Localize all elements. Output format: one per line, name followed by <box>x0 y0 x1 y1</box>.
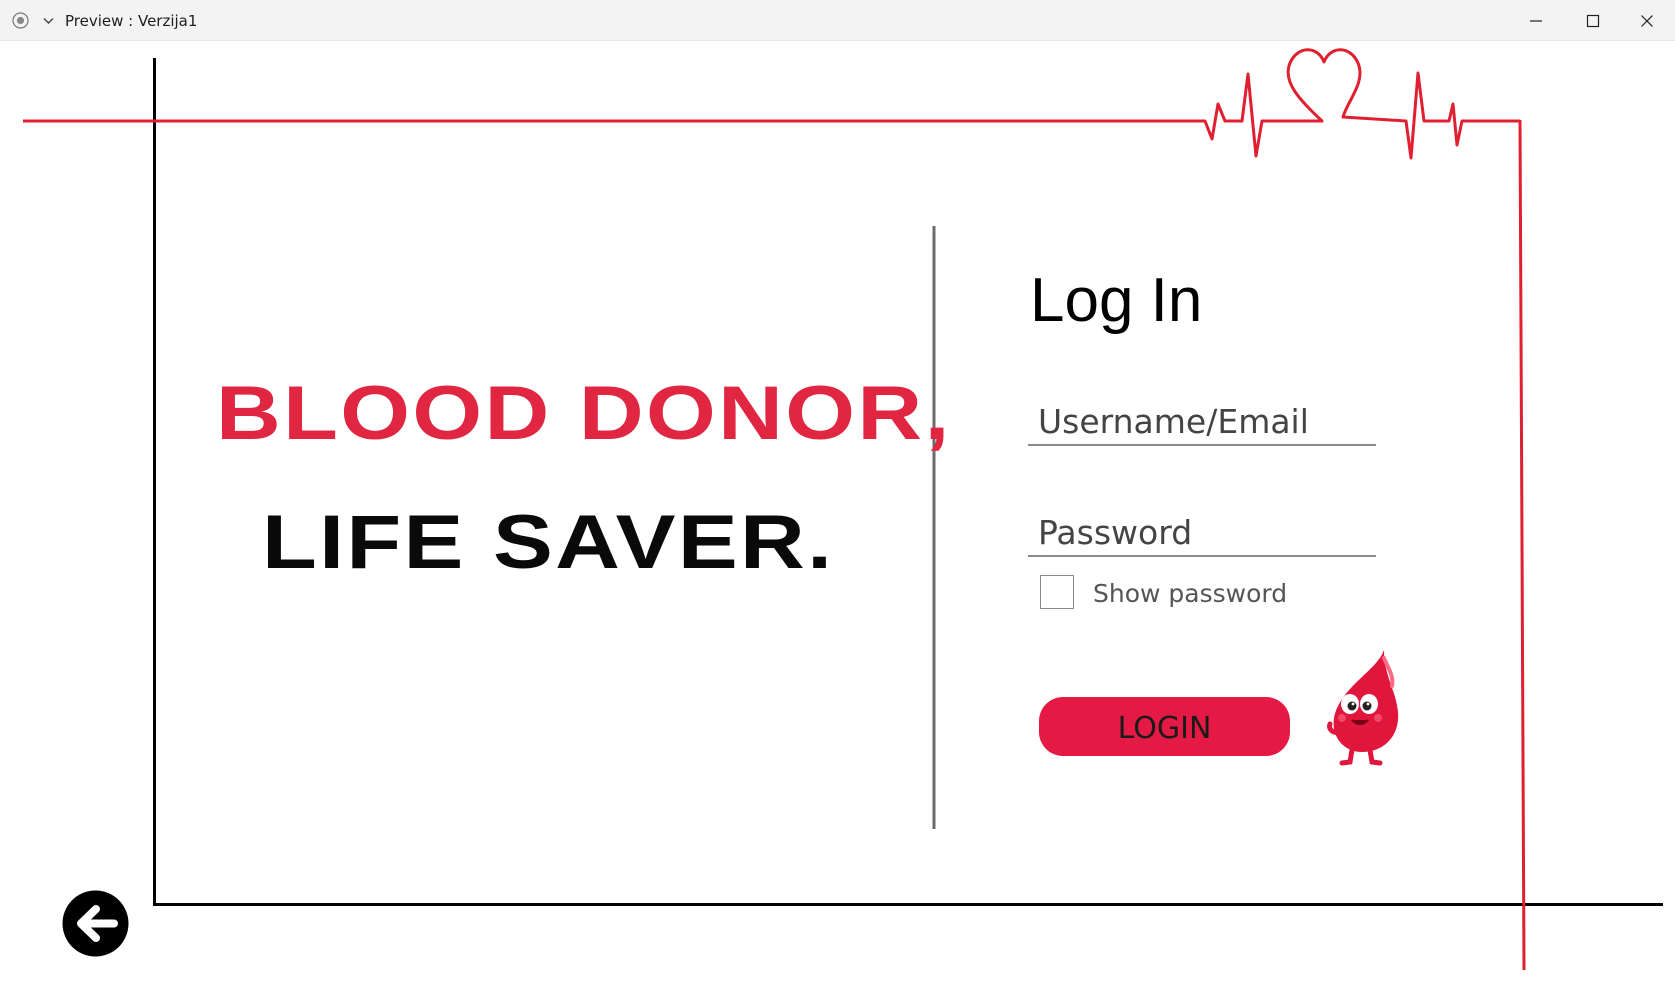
password-input[interactable] <box>1028 509 1376 557</box>
frame-right-line <box>1518 119 1526 971</box>
username-email-input[interactable] <box>1028 398 1376 446</box>
login-button-label: LOGIN <box>1117 710 1212 746</box>
slogan-line-1: BLOOD DONOR, <box>216 371 952 456</box>
login-title: Log In <box>1030 266 1203 335</box>
slogan-line-2: LIFE SAVER. <box>262 500 835 585</box>
heartbeat-heart-icon <box>23 48 1520 160</box>
back-button[interactable] <box>62 890 129 957</box>
show-password-checkbox[interactable] <box>1040 575 1074 609</box>
blood-drop-mascot <box>1327 650 1399 766</box>
login-button[interactable]: LOGIN <box>1039 697 1290 756</box>
arrow-left-circle-icon <box>62 890 129 957</box>
show-password-label: Show password <box>1093 579 1288 608</box>
decorative-frame <box>23 48 1663 971</box>
